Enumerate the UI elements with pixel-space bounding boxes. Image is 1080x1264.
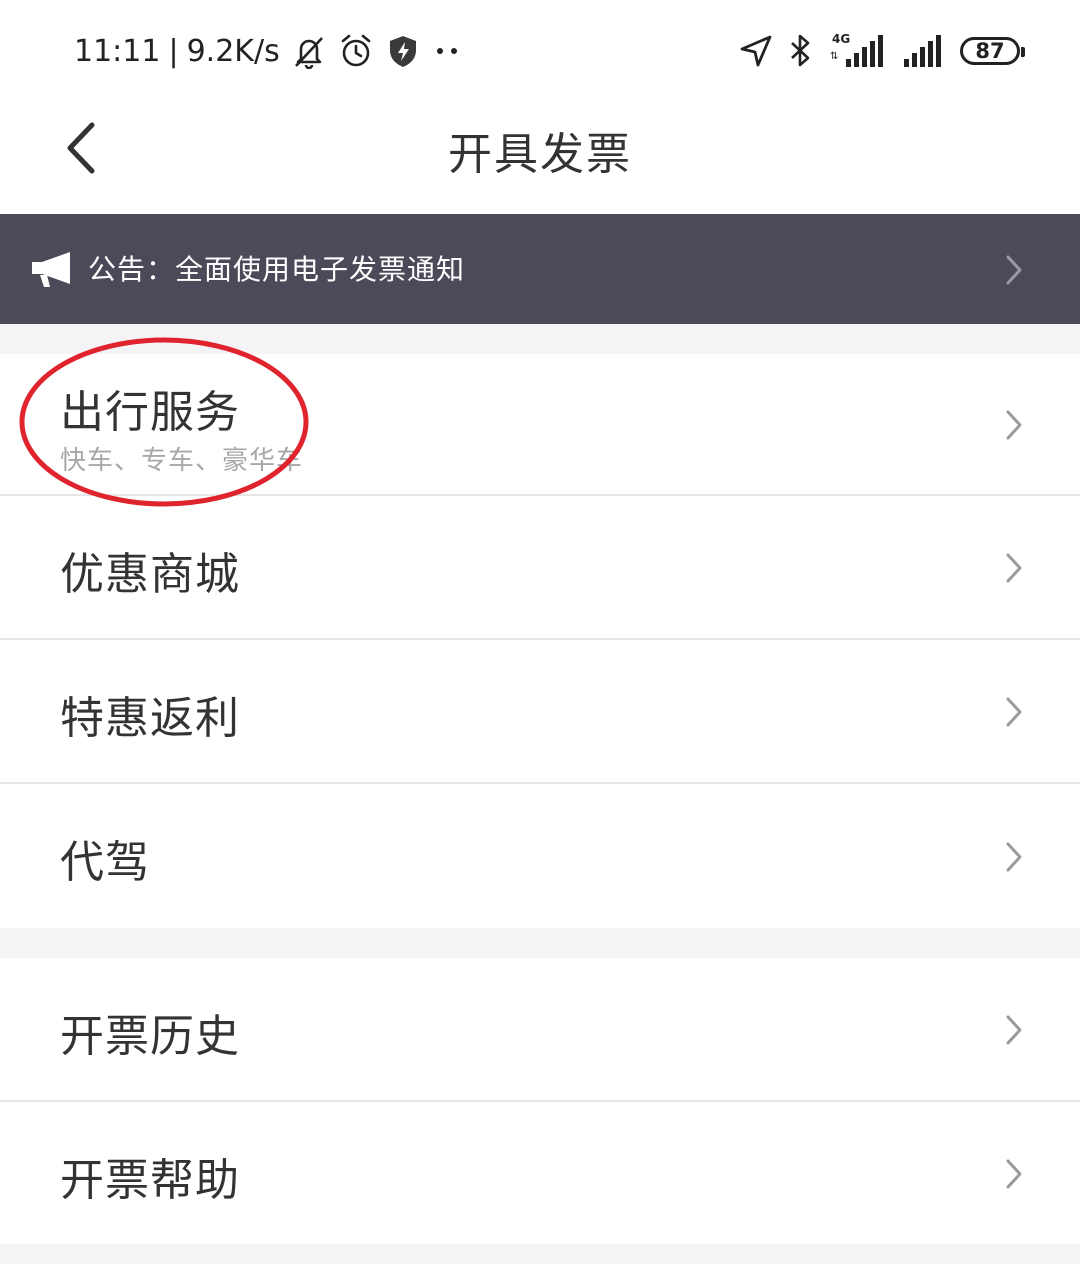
menu-item-designated-driver[interactable]: 代驾 [0, 784, 1080, 928]
status-time: 11:11 [74, 33, 161, 69]
status-net-speed: 9.2K/s [186, 33, 280, 69]
menu-item-label: 开票帮助 [60, 1155, 240, 1206]
location-icon [738, 33, 774, 69]
menu-item-label: 代驾 [60, 837, 150, 888]
menu-item-label: 特惠返利 [60, 693, 240, 744]
menu-item-label: 优惠商城 [60, 549, 240, 600]
menu-item-travel-service[interactable]: 出行服务 快车、专车、豪华车 [0, 354, 1080, 494]
menu-item-invoice-help[interactable]: 开票帮助 [0, 1102, 1080, 1244]
status-bar: 11:11 | 9.2K/s 4G ⇅ 87 [0, 0, 1080, 100]
menu-item-invoice-history[interactable]: 开票历史 [0, 958, 1080, 1100]
dots-icon [432, 45, 462, 57]
chevron-right-icon [1004, 696, 1024, 732]
megaphone-icon [30, 250, 76, 294]
page-title: 开具发票 [448, 129, 632, 180]
menu-item-sublabel: 快车、专车、豪华车 [60, 446, 304, 476]
nav-bar: 开具发票 [0, 100, 1080, 214]
notice-text: 公告：全面使用电子发票通知 [88, 253, 466, 286]
menu-item-mall[interactable]: 优惠商城 [0, 496, 1080, 638]
status-left: 11:11 | 9.2K/s [74, 28, 462, 74]
chevron-right-icon [1004, 552, 1024, 588]
battery-level: 87 [975, 39, 1005, 63]
section-gap [0, 928, 1080, 958]
chevron-right-icon [1004, 841, 1024, 877]
status-right: 4G ⇅ 87 [738, 28, 1025, 74]
menu-item-label: 开票历史 [60, 1011, 240, 1062]
bottom-gap [0, 1244, 1080, 1264]
invoice-page: 11:11 | 9.2K/s 4G ⇅ 87 开具发票 公告：全面使用电子发票通… [0, 0, 1080, 1264]
signal-icon-2 [902, 31, 946, 71]
shield-icon [386, 33, 420, 69]
chevron-right-icon [1004, 254, 1024, 290]
status-separator: | [168, 33, 179, 69]
menu-item-label: 出行服务 [60, 387, 240, 438]
chevron-right-icon [1004, 409, 1024, 445]
chevron-right-icon [1004, 1014, 1024, 1050]
alarm-icon [338, 33, 374, 69]
section-gap [0, 324, 1080, 354]
bluetooth-icon [788, 32, 814, 70]
signal-icon: 4G ⇅ [828, 31, 888, 71]
menu-item-rebate[interactable]: 特惠返利 [0, 640, 1080, 782]
network-label: 4G [832, 32, 850, 46]
chevron-right-icon [1004, 1158, 1024, 1194]
bell-off-icon [292, 33, 326, 69]
notice-banner[interactable]: 公告：全面使用电子发票通知 [0, 214, 1080, 324]
svg-text:⇅: ⇅ [830, 51, 838, 62]
battery-icon: 87 [960, 37, 1025, 65]
